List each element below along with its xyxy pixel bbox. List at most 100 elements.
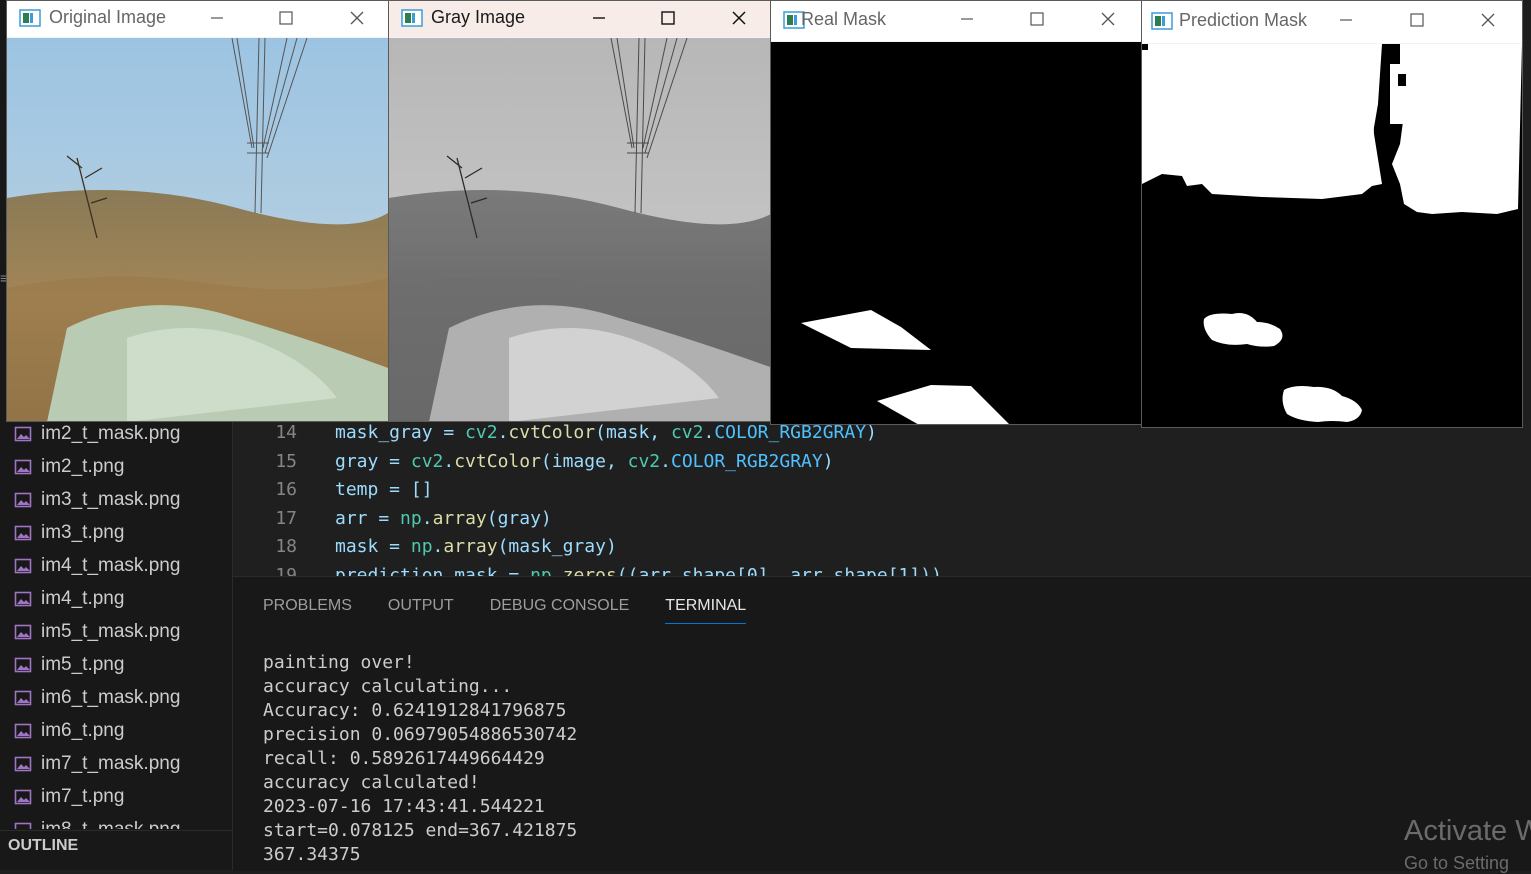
gray-image-canvas — [389, 38, 773, 421]
window-title: Gray Image — [431, 7, 526, 27]
code-text: arr = np.array(gray) — [335, 507, 552, 529]
line-number: 15 — [275, 450, 297, 472]
line-number: 16 — [275, 479, 297, 500]
image-file-icon — [14, 557, 32, 575]
activation-watermark: Activate W — [1404, 815, 1531, 847]
terminal-line: painting over! — [263, 652, 415, 673]
minimize-button[interactable] — [579, 3, 619, 33]
file-item-label: im6_t.png — [41, 719, 125, 741]
file-item[interactable]: im7_t_mask.png — [8, 747, 232, 780]
line-number: 18 — [275, 536, 297, 557]
file-item-label: im5_t_mask.png — [41, 620, 181, 642]
window-titlebar[interactable]: Gray Image — [389, 1, 773, 37]
app-window-icon — [401, 8, 423, 33]
file-list: im2_t_mask.png im2_t.png im3_t_mask.png im3… — [8, 417, 232, 829]
window-title: Real Mask — [801, 9, 887, 29]
real-mask-window[interactable]: Real Mask — [770, 0, 1143, 425]
gray-image-window[interactable]: Gray Image — [388, 0, 774, 422]
file-item[interactable]: im6_t.png — [8, 714, 232, 747]
terminal-line: start=0.078125 end=367.421875 — [263, 820, 578, 841]
terminal-line: Accuracy: 0.6241912841796875 — [263, 700, 567, 721]
terminal-line: 2023-07-16 17:43:41.544221 — [263, 796, 545, 817]
file-item-label: im4_t.png — [41, 587, 125, 609]
tab-problems[interactable]: PROBLEMS — [263, 597, 352, 624]
image-file-icon — [14, 788, 32, 806]
code-text: temp = [] — [335, 479, 433, 500]
file-item-label: im2_t_mask.png — [41, 422, 181, 444]
terminal-line: accuracy calculated! — [263, 772, 480, 793]
window-titlebar[interactable]: Prediction Mask — [1142, 1, 1522, 43]
tab-output[interactable]: OUTPUT — [388, 597, 454, 624]
file-item[interactable]: im2_t.png — [8, 450, 232, 483]
code-text: prediction_mask = np.zeros((arr.shape[0]… — [335, 564, 942, 577]
original-image-window[interactable]: Original Image — [6, 0, 389, 422]
file-item[interactable]: im7_t.png — [8, 780, 232, 813]
file-item-label: im7_t_mask.png — [41, 752, 181, 774]
file-item-label: im2_t.png — [41, 455, 125, 477]
terminal-output[interactable]: painting over! accuracy calculating... Acc… — [263, 651, 577, 867]
file-item-label: im7_t.png — [41, 785, 125, 807]
maximize-button[interactable] — [266, 3, 306, 33]
line-number: 19 — [275, 564, 297, 577]
image-file-icon — [14, 425, 32, 443]
file-item[interactable]: im4_t.png — [8, 582, 232, 615]
bottom-panel: PROBLEMS OUTPUT DEBUG CONSOLE TERMINAL pain… — [233, 576, 1531, 873]
image-file-icon — [14, 722, 32, 740]
terminal-line: precision 0.06979054886530742 — [263, 724, 578, 745]
image-file-icon — [14, 458, 32, 476]
image-file-icon — [14, 491, 32, 509]
image-file-icon — [14, 755, 32, 773]
original-image-canvas — [7, 38, 388, 421]
tab-debug-console[interactable]: DEBUG CONSOLE — [490, 597, 630, 624]
outline-section-header[interactable]: OUTLINE — [0, 830, 232, 870]
image-file-icon — [14, 689, 32, 707]
real-mask-canvas — [771, 42, 1142, 424]
file-item[interactable]: im3_t_mask.png — [8, 483, 232, 516]
file-item[interactable]: im6_t_mask.png — [8, 681, 232, 714]
code-editor[interactable]: 14 mask_gray = cv2.cvtColor(mask, cv2.COL… — [233, 420, 1531, 576]
line-number: 14 — [275, 422, 297, 443]
image-file-icon — [14, 821, 32, 829]
file-item[interactable]: im3_t.png — [8, 516, 232, 549]
image-file-icon — [14, 524, 32, 542]
code-text: gray = cv2.cvtColor(image, cv2.COLOR_RGB… — [335, 450, 834, 472]
panel-tabs: PROBLEMS OUTPUT DEBUG CONSOLE TERMINAL — [263, 597, 782, 624]
terminal-line: 367.34375 — [263, 844, 361, 865]
file-item-label: im4_t_mask.png — [41, 554, 181, 576]
maximize-button[interactable] — [1397, 5, 1437, 35]
tab-terminal[interactable]: TERMINAL — [665, 597, 747, 624]
file-item-label: im3_t.png — [41, 521, 125, 543]
image-file-icon — [14, 623, 32, 641]
image-file-icon — [14, 590, 32, 608]
code-text: mask = np.array(mask_gray) — [335, 536, 617, 557]
minimize-button[interactable] — [197, 3, 237, 33]
minimize-button[interactable] — [1326, 5, 1366, 35]
file-item-label: im3_t_mask.png — [41, 488, 181, 510]
terminal-line: recall: 0.5892617449664429 — [263, 748, 545, 769]
window-titlebar[interactable]: Original Image — [7, 1, 388, 37]
code-text: mask_gray = cv2.cvtColor(mask, cv2.COLOR… — [335, 422, 877, 443]
maximize-button[interactable] — [648, 3, 688, 33]
activation-watermark-subtitle: Go to Setting — [1404, 853, 1510, 873]
app-window-icon — [1151, 11, 1173, 36]
image-file-icon — [14, 656, 32, 674]
close-icon[interactable] — [1468, 5, 1508, 35]
close-icon[interactable] — [337, 3, 377, 33]
close-icon[interactable] — [1088, 4, 1128, 34]
window-title: Prediction Mask — [1179, 10, 1308, 30]
terminal-line: accuracy calculating... — [263, 676, 513, 697]
prediction-mask-window[interactable]: Prediction Mask — [1141, 0, 1523, 428]
maximize-button[interactable] — [1017, 4, 1057, 34]
line-number: 17 — [275, 507, 297, 529]
file-item-label: im8_t_mask.png — [41, 818, 181, 830]
close-icon[interactable] — [719, 3, 759, 33]
window-title: Original Image — [49, 7, 167, 27]
app-window-icon — [19, 8, 41, 33]
file-item[interactable]: im4_t_mask.png — [8, 549, 232, 582]
file-item[interactable]: im8_t_mask.png — [8, 813, 232, 829]
minimize-button[interactable] — [947, 4, 987, 34]
file-item[interactable]: im5_t_mask.png — [8, 615, 232, 648]
file-item-label: im5_t.png — [41, 653, 125, 675]
file-item[interactable]: im5_t.png — [8, 648, 232, 681]
window-titlebar[interactable]: Real Mask — [771, 1, 1142, 41]
